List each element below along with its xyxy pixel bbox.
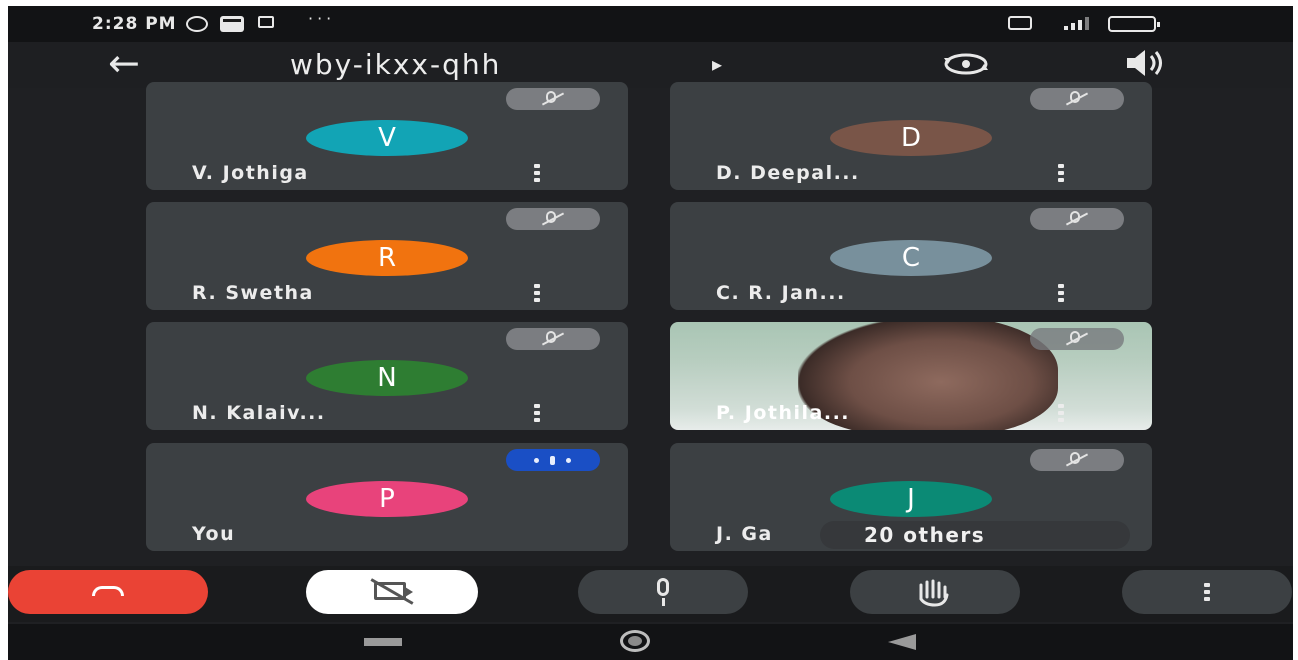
participant-menu-icon[interactable] — [534, 164, 540, 182]
avatar: R — [306, 240, 468, 276]
avatar: V — [306, 120, 468, 156]
more-options-button[interactable] — [1122, 570, 1292, 614]
others-count[interactable]: 20 others — [864, 523, 985, 547]
participant-name: C. R. Jan... — [716, 282, 846, 304]
participant-video-tile[interactable]: P. Jothila... — [670, 322, 1152, 430]
avatar: J — [830, 481, 992, 517]
back-nav-icon[interactable] — [888, 634, 916, 650]
participant-name: V. Jothiga — [192, 162, 309, 184]
home-nav-icon[interactable] — [620, 630, 650, 652]
hand-icon — [919, 579, 949, 607]
participant-name: You — [192, 523, 236, 545]
gmail-icon — [220, 16, 244, 32]
call-controls — [8, 566, 1293, 622]
microphone-icon — [657, 578, 669, 596]
battery-icon — [1108, 16, 1160, 32]
recents-nav-icon[interactable] — [364, 638, 402, 646]
participant-menu-icon[interactable] — [1058, 164, 1064, 182]
microphone-toggle-button[interactable] — [578, 570, 748, 614]
participant-name: P. Jothila... — [716, 402, 851, 424]
participant-menu-icon[interactable] — [1058, 404, 1064, 422]
participant-name: J. Ga — [716, 523, 773, 545]
raise-hand-button[interactable] — [850, 570, 1020, 614]
back-arrow-icon[interactable]: ← — [108, 44, 140, 82]
self-tile[interactable]: P You — [146, 443, 628, 551]
muted-mic-icon — [506, 328, 600, 350]
muted-mic-icon — [506, 208, 600, 230]
speaker-icon[interactable] — [1123, 46, 1169, 80]
avatar: N — [306, 360, 468, 396]
muted-mic-icon — [1030, 449, 1124, 471]
avatar: C — [830, 240, 992, 276]
participant-menu-icon[interactable] — [1058, 284, 1064, 302]
participant-name: D. Deepal... — [716, 162, 860, 184]
status-time: 2:28 PM — [92, 14, 177, 34]
participant-tile[interactable]: N N. Kalaiv... — [146, 322, 628, 430]
muted-mic-icon — [1030, 208, 1124, 230]
camera-toggle-button[interactable] — [306, 570, 478, 614]
participant-tile[interactable]: J J. Ga 20 others — [670, 443, 1152, 551]
speaking-indicator-icon — [506, 449, 600, 471]
avatar: P — [306, 481, 468, 517]
participant-menu-icon[interactable] — [534, 284, 540, 302]
end-call-button[interactable] — [8, 570, 208, 614]
participant-name: N. Kalaiv... — [192, 402, 326, 424]
meeting-code[interactable]: wby-ikxx-qhh — [290, 48, 501, 81]
participant-tile[interactable]: C C. R. Jan... — [670, 202, 1152, 310]
whatsapp-icon — [186, 16, 208, 32]
muted-mic-icon — [1030, 88, 1124, 110]
participant-menu-icon[interactable] — [534, 404, 540, 422]
video-notification-icon — [258, 16, 274, 28]
muted-mic-icon — [1030, 328, 1124, 350]
more-notifications-icon: ··· — [308, 9, 336, 28]
meet-screen: 2:28 PM ··· ← wby-ikxx-qhh ▸ V V. Jothig… — [8, 6, 1293, 660]
switch-camera-icon[interactable] — [940, 50, 992, 78]
participant-tile[interactable]: R R. Swetha — [146, 202, 628, 310]
phone-hangup-icon — [92, 586, 124, 596]
sim-icon — [1008, 16, 1032, 30]
participant-tile[interactable]: D D. Deepal... — [670, 82, 1152, 190]
android-navigation-bar — [8, 624, 1293, 660]
avatar: D — [830, 120, 992, 156]
muted-mic-icon — [506, 88, 600, 110]
signal-icon — [1044, 16, 1094, 30]
status-bar: 2:28 PM ··· — [8, 6, 1293, 42]
participant-tile[interactable]: V V. Jothiga — [146, 82, 628, 190]
participant-name: R. Swetha — [192, 282, 314, 304]
meeting-details-arrow-icon[interactable]: ▸ — [712, 52, 722, 76]
